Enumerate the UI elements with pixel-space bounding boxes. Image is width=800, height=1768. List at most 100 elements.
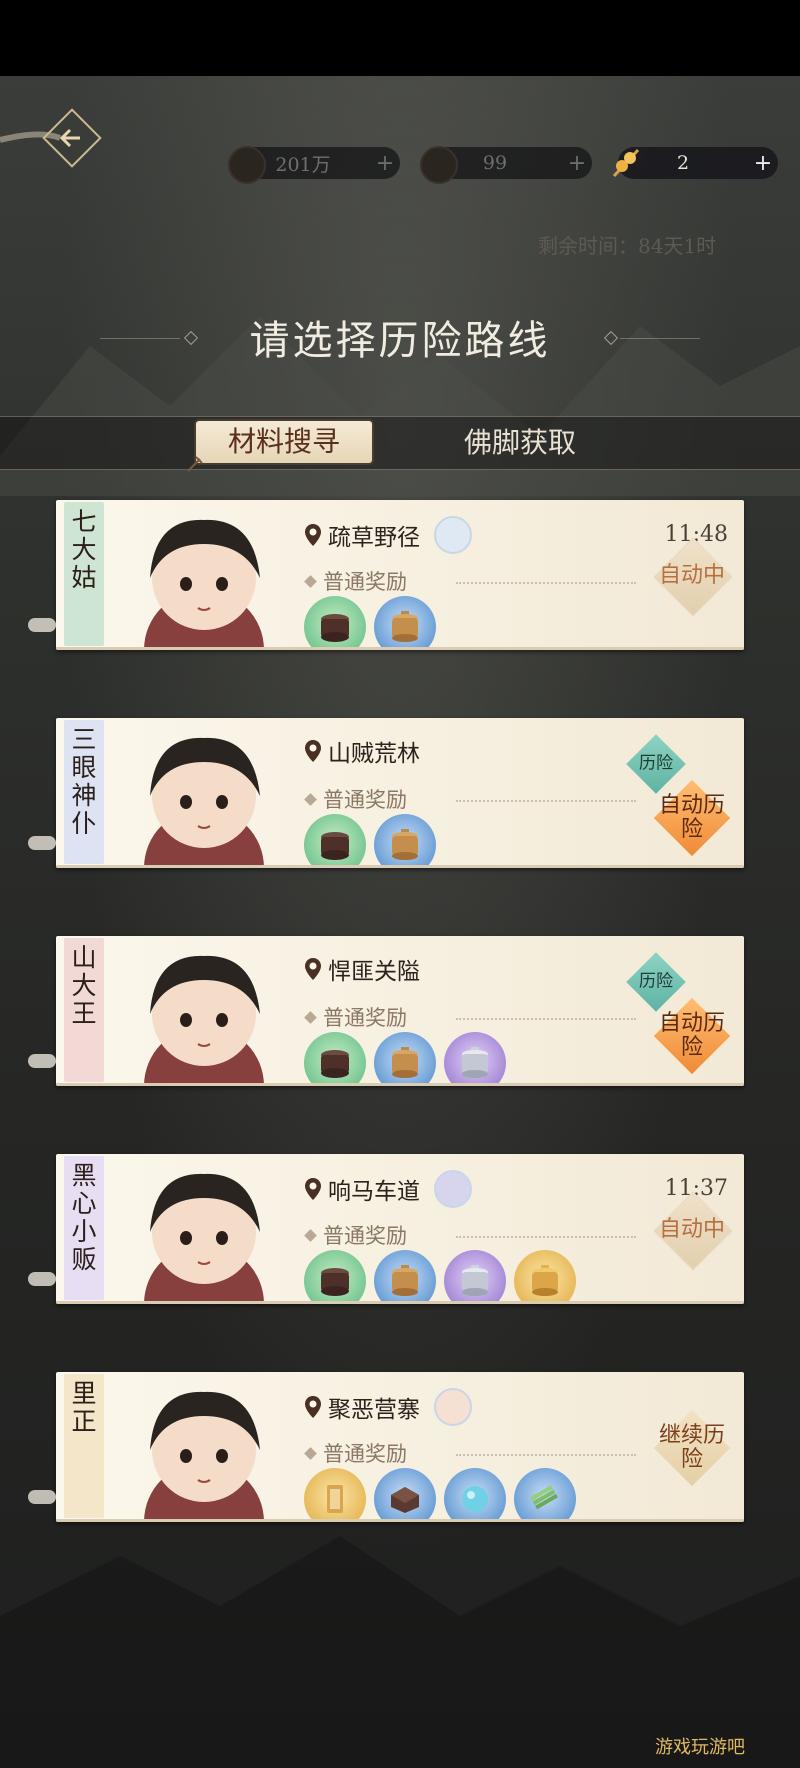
reward-label: 普通奖励: [323, 570, 407, 594]
side-handle: [28, 836, 56, 850]
badge-label: 继续历险: [658, 1423, 725, 1472]
companion-name: 黑心小贩: [71, 1161, 97, 1274]
badge-label: 自动历险: [658, 793, 725, 842]
watermark-logo: 游戏玩游吧: [655, 1737, 745, 1758]
reward-label: 普通奖励: [323, 1224, 407, 1248]
reward-item[interactable]: [514, 1468, 576, 1522]
route-card[interactable]: 七大姑 疏草野径 普通奖励 11:48 自动中: [56, 500, 744, 650]
reward-item[interactable]: [304, 1468, 366, 1522]
diamond-bullet-icon: [304, 1228, 317, 1242]
reward-label: 普通奖励: [323, 1442, 407, 1466]
reward-item[interactable]: [374, 814, 436, 868]
add-gems-button[interactable]: +: [562, 151, 592, 176]
tab-buddha-feet[interactable]: 佛脚获取: [420, 417, 620, 469]
jade-bead-icon: [457, 1481, 493, 1517]
companion-portrait: [144, 737, 264, 868]
bronze-pot-icon: [387, 1045, 423, 1081]
silver-pot-icon: [457, 1045, 493, 1081]
reward-section: 普通奖励: [304, 784, 407, 814]
reward-item[interactable]: [374, 1032, 436, 1086]
diamond-bullet-icon: [304, 792, 317, 806]
dark-pot-icon: [317, 1045, 353, 1081]
bamboo-slip-icon: [527, 1481, 563, 1517]
reward-items: [304, 814, 444, 868]
route-location-name: 响马车道: [328, 1179, 420, 1205]
reward-item[interactable]: [304, 1250, 366, 1304]
reward-section: 普通奖励: [304, 566, 407, 596]
auto-adventure-button[interactable]: 自动历险: [653, 779, 731, 857]
reward-item[interactable]: [374, 1468, 436, 1522]
badge-label: 自动中: [658, 563, 725, 588]
reward-items: [304, 1468, 584, 1522]
resource-gems: 99 +: [420, 146, 592, 184]
reward-item[interactable]: [444, 1468, 506, 1522]
dark-pot-icon: [317, 827, 353, 863]
reward-divider: [456, 800, 636, 802]
reward-section: 普通奖励: [304, 1438, 407, 1468]
route-location: 悍匪关隘: [304, 952, 420, 986]
route-card[interactable]: 山大王 悍匪关隘 普通奖励 历险 自动历险: [56, 936, 744, 1086]
reward-item[interactable]: [444, 1250, 506, 1304]
status-bar: [0, 0, 800, 76]
location-pin-icon: [305, 524, 321, 546]
reward-items: [304, 596, 444, 650]
side-handle: [28, 1054, 56, 1068]
reward-items: [304, 1032, 514, 1086]
route-location: 山贼荒林: [304, 734, 420, 768]
companion-name-tag: 里正: [64, 1374, 104, 1518]
route-location-name: 聚恶营寨: [328, 1397, 420, 1423]
reward-item[interactable]: [444, 1032, 506, 1086]
route-card[interactable]: 黑心小贩 响马车道 普通奖励 11:37 自动中: [56, 1154, 744, 1304]
side-handle: [28, 1490, 56, 1504]
enemy-avatar: [434, 1388, 472, 1426]
resource-food: 2 +: [612, 147, 778, 179]
reward-divider: [456, 582, 636, 584]
companion-name-tag: 山大王: [64, 938, 104, 1082]
badge-label: 自动中: [658, 1217, 725, 1242]
resource-coins: 201万 +: [228, 146, 400, 184]
reward-divider: [456, 1236, 636, 1238]
auto-running-button[interactable]: 自动中: [653, 1191, 733, 1271]
route-card[interactable]: 里正 聚恶营寨 普通奖励 继续历险: [56, 1372, 744, 1522]
bronze-pot-icon: [387, 827, 423, 863]
location-pin-icon: [305, 958, 321, 980]
ink-block-icon: [387, 1481, 423, 1517]
enemy-avatar: [434, 516, 472, 554]
reward-item[interactable]: [374, 596, 436, 650]
add-food-button[interactable]: +: [748, 151, 778, 176]
page-title: 请选择历险路线: [249, 318, 551, 364]
back-button[interactable]: [0, 108, 105, 190]
companion-name-tag: 七大姑: [64, 502, 104, 646]
auto-running-button[interactable]: 自动中: [653, 537, 733, 617]
pin-icon: [187, 456, 203, 472]
companion-portrait: [144, 1173, 264, 1304]
companion-name-tag: 三眼神仆: [64, 720, 104, 864]
continue-adventure-button[interactable]: 继续历险: [653, 1409, 731, 1487]
reward-item[interactable]: [374, 1250, 436, 1304]
tab-material-search-label: 材料搜寻: [227, 425, 340, 458]
reward-divider: [456, 1018, 636, 1020]
route-card[interactable]: 三眼神仆 山贼荒林 普通奖励 历险 自动历险: [56, 718, 744, 868]
dark-pot-icon: [317, 609, 353, 645]
gem-icon: [420, 146, 458, 184]
tab-bar: 材料搜寻 佛脚获取: [0, 416, 800, 472]
remaining-time: 剩余时间：84天1时: [538, 234, 717, 258]
location-pin-icon: [305, 1178, 321, 1200]
add-coins-button[interactable]: +: [370, 151, 400, 176]
reward-item[interactable]: [514, 1250, 576, 1304]
auto-adventure-button[interactable]: 自动历险: [653, 997, 731, 1075]
bronze-pot-icon: [387, 1263, 423, 1299]
tab-material-search[interactable]: 材料搜寻: [187, 421, 372, 472]
reward-item[interactable]: [304, 1032, 366, 1086]
reward-item[interactable]: [304, 596, 366, 650]
gold-pot-icon: [527, 1263, 563, 1299]
enemy-avatar: [434, 1170, 472, 1208]
companion-name: 七大姑: [71, 507, 97, 592]
coin-icon: [228, 146, 266, 184]
companion-name: 山大王: [71, 943, 97, 1028]
scroll-token-icon: [317, 1481, 353, 1517]
reward-label: 普通奖励: [323, 1006, 407, 1030]
back-arrow-icon: [0, 108, 102, 168]
badge-label: 自动历险: [658, 1011, 725, 1060]
reward-item[interactable]: [304, 814, 366, 868]
